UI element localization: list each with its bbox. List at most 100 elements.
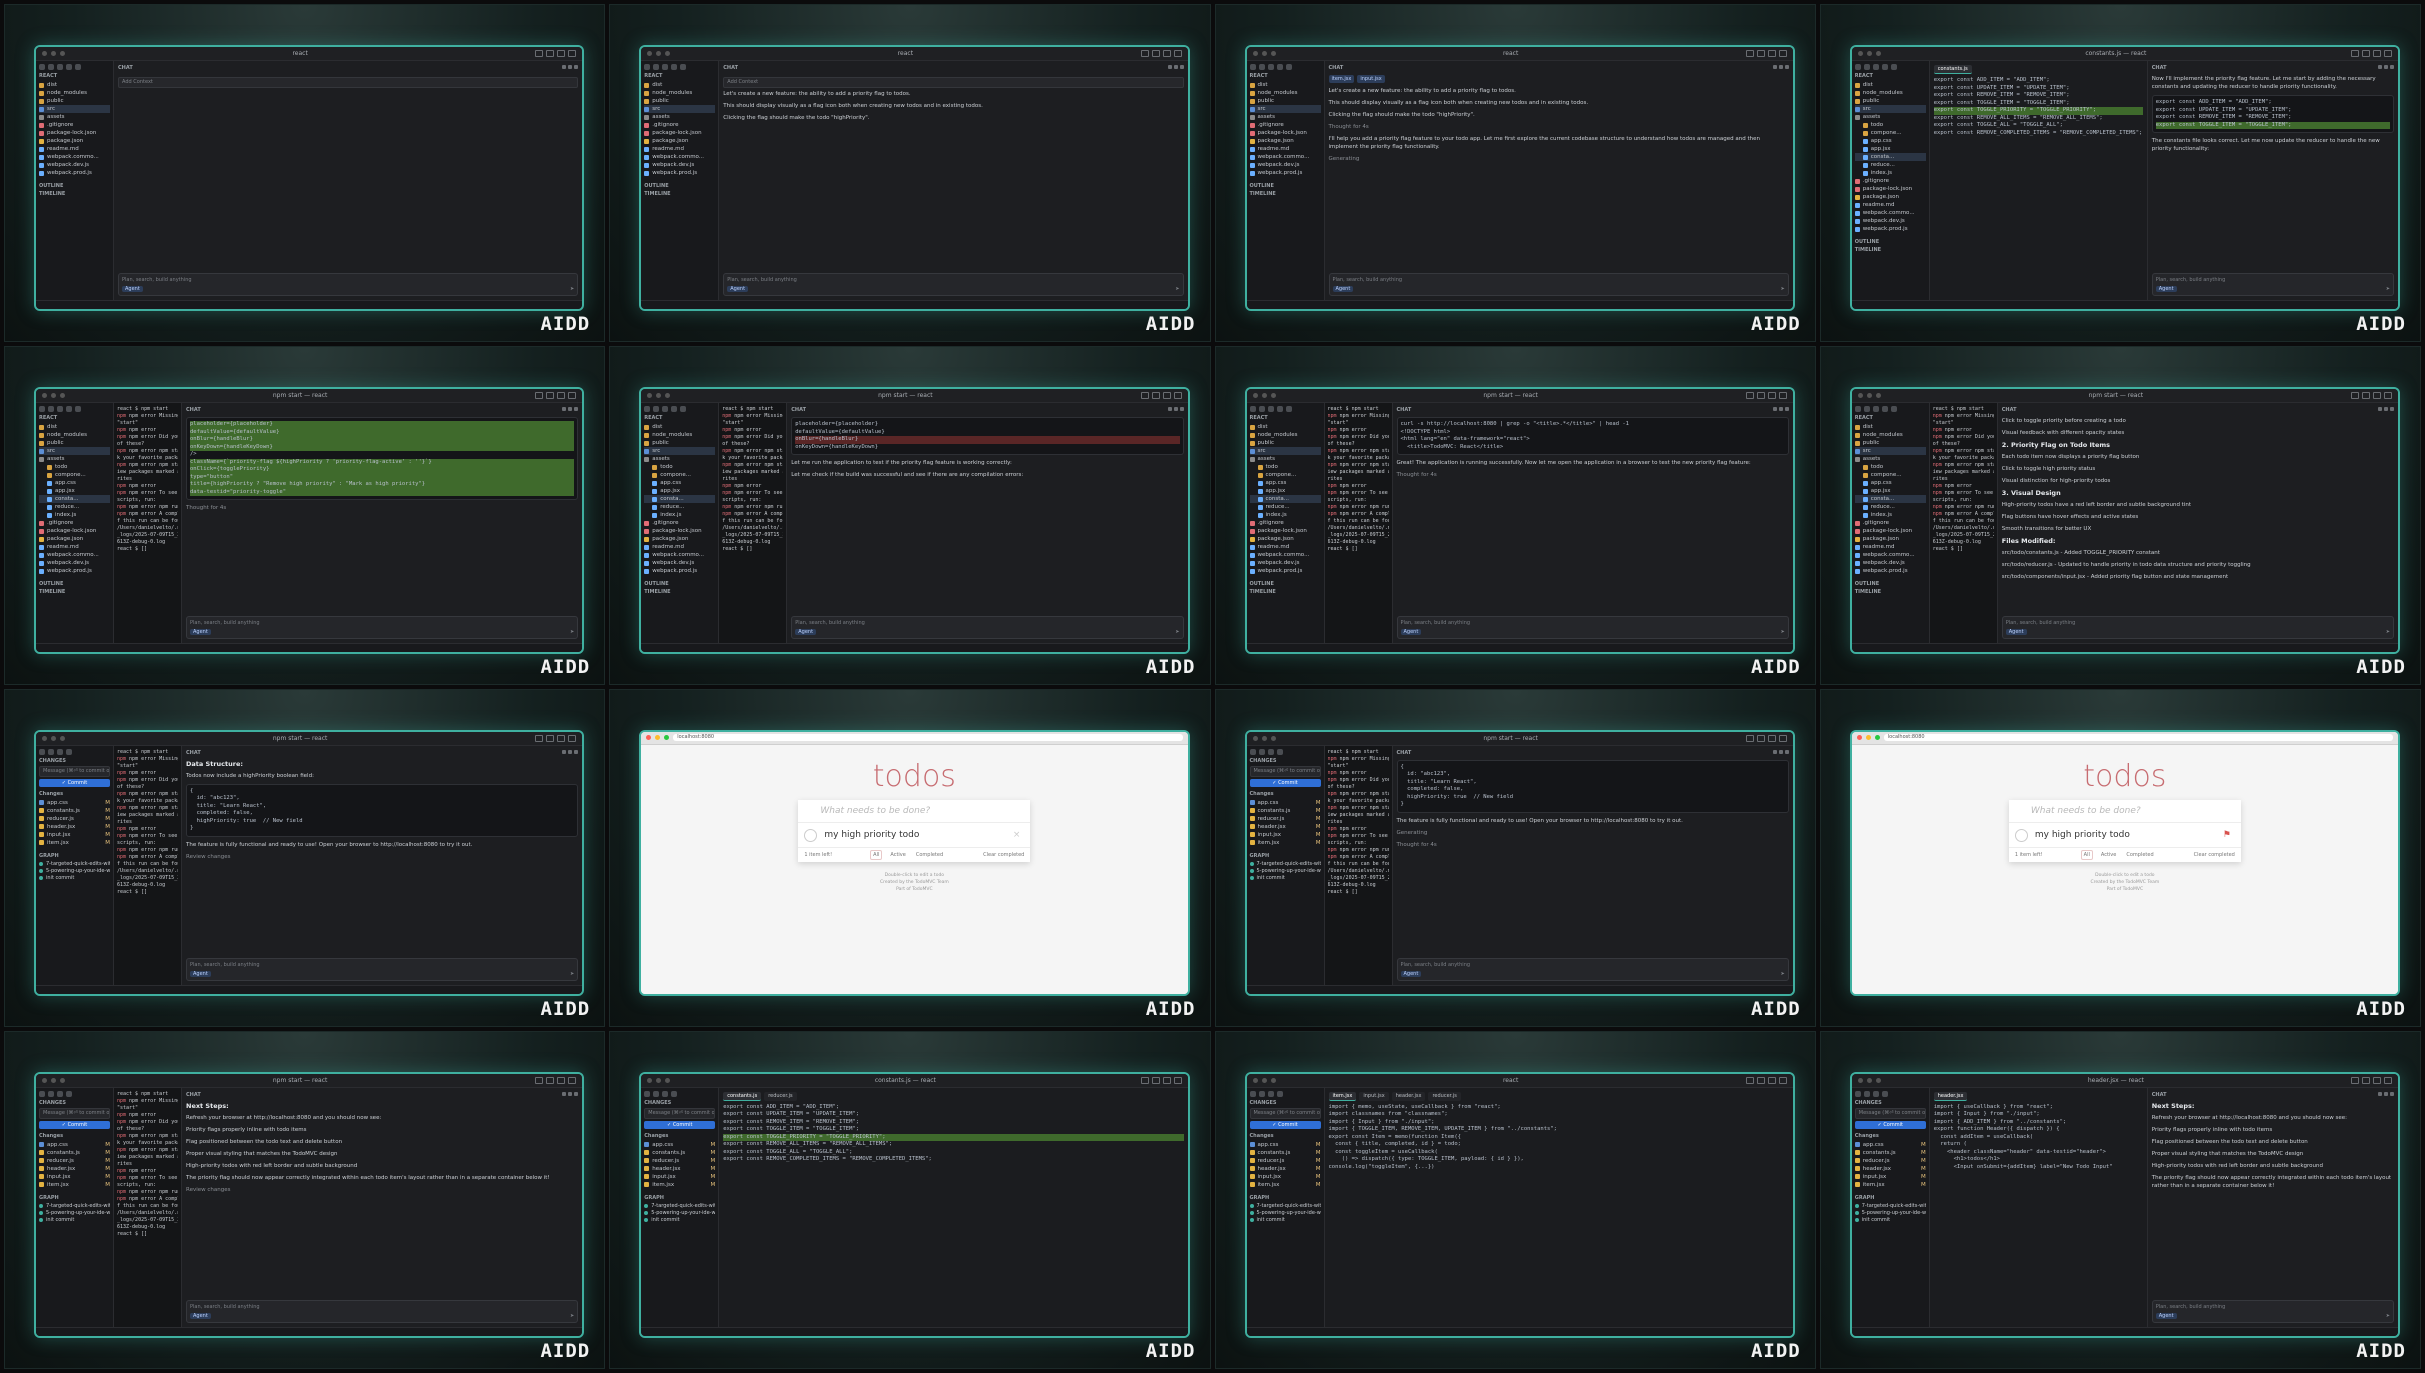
browser-minimize[interactable]	[655, 735, 661, 740]
file-item[interactable]: webpack.prod.js	[644, 567, 715, 575]
file-item[interactable]: webpack.commo...	[644, 551, 715, 559]
graph-commit[interactable]: init commit	[1854, 1217, 1926, 1224]
file-item[interactable]: dist	[39, 423, 110, 431]
src-file-item[interactable]: compone...	[1250, 471, 1321, 479]
traffic-light-minimize[interactable]	[1866, 1077, 1872, 1083]
send-icon[interactable]: ➤	[2386, 1313, 2390, 1319]
file-item[interactable]: assets	[1854, 455, 1926, 463]
terminal-panel[interactable]: react $ npm startnpm npm error Missing s…	[719, 403, 788, 643]
source-control-icon[interactable]	[662, 64, 669, 70]
file-item[interactable]: webpack.prod.js	[1854, 225, 1926, 233]
explorer-root[interactable]: REACT	[1855, 415, 1926, 421]
changed-file[interactable]: item.jsx M	[39, 839, 110, 847]
history-icon[interactable]	[568, 407, 573, 412]
more-icon[interactable]	[2390, 1091, 2394, 1096]
timeline-section[interactable]: TIMELINE	[1250, 589, 1321, 595]
file-item[interactable]: src	[644, 447, 716, 456]
run-icon[interactable]	[66, 1090, 72, 1097]
traffic-light-zoom[interactable]	[60, 51, 65, 56]
clear-completed-button[interactable]: Clear completed	[983, 852, 1024, 858]
new-chat-icon[interactable]	[2378, 65, 2382, 69]
file-item[interactable]: readme.md	[644, 145, 715, 153]
commit-button[interactable]: ✓ Commit	[39, 778, 110, 787]
timeline-section[interactable]: TIMELINE	[644, 191, 715, 197]
timeline-section[interactable]: TIMELINE	[1855, 247, 1926, 253]
traffic-light-minimize[interactable]	[656, 51, 662, 56]
src-file-item[interactable]: todo	[1855, 121, 1926, 129]
file-item[interactable]: src	[1249, 447, 1321, 456]
file-item[interactable]: assets	[644, 455, 715, 463]
traffic-light-minimize[interactable]	[1866, 51, 1872, 56]
history-icon[interactable]	[2384, 407, 2388, 412]
changed-file[interactable]: header.jsx M	[644, 1165, 715, 1173]
file-item[interactable]: node_modules	[644, 89, 715, 97]
file-item[interactable]: node_modules	[1249, 431, 1321, 439]
graph-commit[interactable]: 7-targeted-quick-edits-with-a	[1249, 861, 1321, 868]
editor-tab[interactable]: constants.js	[1933, 65, 1972, 74]
chat-input[interactable]: Plan, search, build anything Agent ➤	[2151, 1300, 2394, 1323]
run-icon[interactable]	[1276, 748, 1283, 755]
layout-toggle-icons[interactable]	[535, 50, 577, 57]
new-chat-icon[interactable]	[562, 1091, 567, 1096]
chat-actions[interactable]	[1771, 65, 1789, 71]
file-item[interactable]: package-lock.json	[39, 129, 110, 137]
context-pill[interactable]: input.jsx	[1357, 75, 1385, 83]
file-item[interactable]: package.json	[39, 535, 110, 543]
file-item[interactable]: public	[644, 97, 715, 105]
file-item[interactable]: dist	[1854, 423, 1926, 431]
code-lines[interactable]: export const ADD_ITEM = "ADD_ITEM"; expor…	[723, 1104, 1184, 1164]
changed-file[interactable]: constants.js M	[1249, 807, 1321, 815]
code-lines[interactable]: export const ADD_ITEM = "ADD_ITEM"; expor…	[1933, 77, 2143, 137]
graph-commit[interactable]: init commit	[1249, 1217, 1321, 1224]
traffic-light-zoom[interactable]	[1875, 1077, 1881, 1083]
src-file-item[interactable]: reduce...	[644, 503, 715, 511]
file-item[interactable]: package.json	[39, 137, 110, 145]
file-item[interactable]: webpack.dev.js	[1249, 161, 1321, 169]
layout-toggle-icons[interactable]	[1140, 50, 1182, 57]
graph-commit[interactable]: 5-powering-up-your-ide-with-ai	[1249, 1210, 1321, 1217]
file-item[interactable]: src	[39, 447, 110, 456]
search-icon[interactable]	[653, 1090, 660, 1097]
filter-link[interactable]: All	[2080, 849, 2093, 860]
file-item[interactable]: webpack.commo...	[39, 551, 110, 559]
new-chat-icon[interactable]	[562, 749, 567, 754]
source-control-icon[interactable]	[1872, 1090, 1879, 1097]
explorer-root[interactable]: REACT	[39, 73, 110, 79]
traffic-light-minimize[interactable]	[1261, 735, 1267, 741]
code-lines[interactable]: import { memo, useState, useCallback } f…	[1329, 1104, 1789, 1172]
editor-tab[interactable]: header.jsx	[1933, 1091, 1968, 1101]
file-item[interactable]: readme.md	[644, 543, 715, 551]
file-item[interactable]: webpack.commo...	[1854, 551, 1926, 559]
file-item[interactable]: node_modules	[1249, 89, 1321, 97]
src-file-item[interactable]: reduce...	[1855, 161, 1926, 169]
context-pill[interactable]: item.jsx	[1328, 75, 1355, 83]
traffic-light-close[interactable]	[1252, 51, 1258, 56]
src-file-item[interactable]: todo	[39, 463, 110, 471]
layout-toggle-icons[interactable]	[535, 1076, 577, 1084]
file-item[interactable]: readme.md	[1854, 543, 1926, 551]
search-icon[interactable]	[1258, 1090, 1265, 1097]
agent-mode-select[interactable]: Agent	[795, 628, 817, 635]
new-todo-input[interactable]: What needs to be done?	[798, 800, 1031, 823]
changed-file[interactable]: header.jsx M	[39, 823, 110, 831]
src-file-item[interactable]: compone...	[39, 471, 110, 479]
history-icon[interactable]	[2384, 65, 2388, 69]
file-item[interactable]: readme.md	[39, 145, 110, 153]
address-bar[interactable]: localhost:8080	[673, 734, 1183, 741]
file-item[interactable]: webpack.prod.js	[39, 567, 110, 575]
file-item[interactable]: dist	[39, 81, 110, 89]
file-item[interactable]: public	[1854, 439, 1926, 447]
more-icon[interactable]	[1179, 407, 1184, 412]
extensions-icon[interactable]	[75, 64, 81, 70]
traffic-light-zoom[interactable]	[1875, 51, 1881, 56]
traffic-light-zoom[interactable]	[665, 393, 671, 399]
search-icon[interactable]	[1258, 748, 1265, 755]
src-file-item[interactable]: app.jsx	[1855, 145, 1926, 153]
chat-input[interactable]: Plan, search, build anything Agent ➤	[2151, 273, 2394, 297]
history-icon[interactable]	[2384, 1091, 2388, 1096]
traffic-light-close[interactable]	[1252, 1077, 1258, 1083]
file-item[interactable]: webpack.dev.js	[39, 559, 110, 567]
chat-actions[interactable]	[2376, 1091, 2394, 1098]
explorer-root[interactable]: REACT	[1855, 73, 1926, 79]
file-item[interactable]: package.json	[1854, 535, 1926, 543]
